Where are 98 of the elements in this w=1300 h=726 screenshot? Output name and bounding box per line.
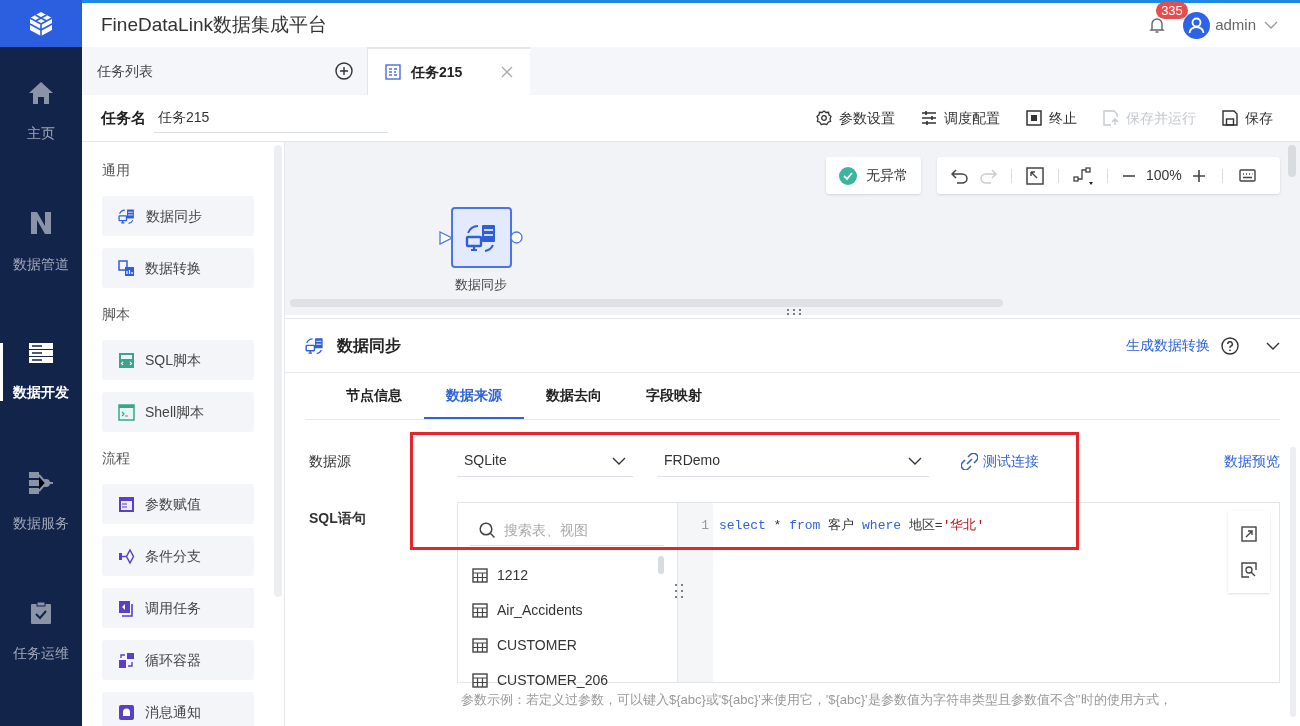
table-list-item[interactable]: 1212 [472, 558, 658, 593]
fit-view-icon[interactable] [1026, 166, 1044, 185]
tab[interactable]: 任务215 [367, 47, 530, 95]
link-icon [961, 452, 978, 470]
stop-icon [1026, 110, 1042, 126]
table-icon [472, 638, 488, 653]
code-line: select * from 客户 where 地区='华北' [719, 518, 985, 533]
node-label: 数据同步 [455, 276, 507, 294]
test-connection-link[interactable]: 测试连接 [961, 450, 1039, 472]
toolbar-button[interactable]: 终止 [1026, 107, 1077, 129]
search-field[interactable]: 搜索表、视图 [470, 515, 664, 546]
preview-icon[interactable] [1241, 562, 1257, 578]
call-task-icon [118, 599, 135, 617]
field-label: SQL语句 [308, 509, 367, 528]
nav-item[interactable]: 数据服务 [0, 437, 82, 567]
dropdown[interactable]: FRDemo [657, 445, 929, 477]
field-label: 数据源 [308, 451, 352, 471]
task-icon [385, 64, 401, 80]
section-heading: 通用 [102, 161, 131, 180]
scrollbar[interactable] [658, 556, 664, 574]
check-circle-icon [839, 166, 857, 185]
chevron-down-icon [908, 456, 922, 465]
panel-tab[interactable]: 数据来源 [424, 373, 524, 419]
panel-tab[interactable]: 字段映射 [624, 373, 724, 419]
line-number: 1 [701, 518, 709, 533]
table-icon [472, 603, 488, 618]
resize-handle-icon[interactable] [786, 308, 802, 316]
save-icon [1222, 110, 1238, 126]
server-icon [28, 341, 54, 364]
service-icon [28, 470, 54, 495]
expand-icon[interactable] [1241, 526, 1257, 542]
help-icon[interactable] [1221, 336, 1239, 355]
branch-icon [118, 547, 135, 565]
data-preview-link[interactable]: 数据预览 [1224, 450, 1280, 472]
nav-item[interactable]: 任务运维 [0, 567, 82, 697]
notification-icon [118, 703, 135, 721]
input-port-icon [439, 230, 453, 245]
table-list-item[interactable]: Air_Accidents [472, 593, 658, 628]
toolbar-button[interactable]: 参数设置 [816, 107, 895, 129]
palette-item[interactable]: 消息通知 [102, 692, 254, 726]
palette-item[interactable]: 循环容器 [102, 640, 254, 680]
task-name-field[interactable]: 任务215 [154, 103, 388, 133]
output-port-icon [510, 231, 523, 244]
dropdown[interactable]: SQLite [457, 445, 633, 477]
zoom-level: 100% [1146, 166, 1182, 185]
add-icon[interactable] [335, 62, 353, 80]
terminal-icon [118, 403, 135, 421]
search-icon [479, 522, 496, 539]
save-run-icon [1103, 110, 1119, 126]
data-sync-icon [118, 207, 136, 225]
transform-icon [118, 259, 135, 277]
table-icon [472, 568, 488, 583]
nav-item[interactable]: 主页 [0, 47, 82, 177]
palette-item[interactable]: 参数赋值 [102, 484, 254, 524]
table-list-item[interactable]: CUSTOMER [472, 628, 658, 663]
palette-item[interactable]: 数据转换 [102, 248, 254, 288]
drag-handle-icon[interactable] [674, 583, 684, 599]
avatar-icon[interactable] [1183, 11, 1211, 39]
nav-item[interactable]: 数据管道 [0, 177, 82, 307]
data-sync-icon [305, 336, 325, 355]
palette-item[interactable]: 数据同步 [102, 196, 254, 236]
zoom-in-icon[interactable] [1191, 168, 1206, 183]
palette-item[interactable]: SQL脚本 [102, 340, 254, 380]
sliders-icon [921, 111, 937, 125]
task-name-label: 任务名 [101, 107, 146, 128]
user-name[interactable]: admin [1215, 13, 1256, 37]
scrollbar[interactable] [1288, 145, 1296, 177]
chevron-down-icon [612, 456, 626, 465]
chevron-down-icon[interactable] [1264, 21, 1278, 29]
connector-icon[interactable] [1073, 165, 1095, 186]
loop-container-icon [118, 651, 135, 669]
keyboard-icon[interactable] [1238, 169, 1256, 182]
panel-title: 数据同步 [337, 335, 401, 356]
toolbar-button[interactable]: 保存 [1222, 107, 1273, 129]
sql-file-icon [118, 351, 135, 369]
sync-node[interactable] [451, 207, 512, 268]
toolbar-button[interactable]: 调度配置 [921, 107, 1000, 129]
palette-item[interactable]: Shell脚本 [102, 392, 254, 432]
assign-icon [118, 495, 135, 513]
home-icon [28, 80, 54, 105]
settings-icon [816, 110, 832, 126]
panel-tab[interactable]: 节点信息 [324, 373, 424, 419]
pipeline-icon [29, 209, 53, 236]
logo-icon [27, 9, 55, 38]
clipboard-check-icon [30, 600, 52, 625]
table-icon [472, 673, 488, 688]
undo-icon[interactable] [951, 167, 969, 184]
notification-badge: 335 [1156, 2, 1188, 19]
palette-item[interactable]: 条件分支 [102, 536, 254, 576]
hint-text: 参数示例：若定义过参数，可以键入${abc}或'${abc}'来使用它，'${abc}'是参数值为字符串类型且参数值不含''时的使用方式， [461, 691, 1173, 709]
palette-item[interactable]: 调用任务 [102, 588, 254, 628]
panel-tab[interactable]: 数据去向 [524, 373, 624, 419]
section-heading: 脚本 [102, 305, 131, 324]
generate-transform-link[interactable]: 生成数据转换 [1126, 335, 1210, 356]
section-heading: 流程 [102, 449, 131, 468]
status-text: 无异常 [866, 166, 908, 185]
app-title: FineDataLink数据集成平台 [101, 12, 327, 37]
collapse-icon[interactable] [1266, 341, 1280, 350]
